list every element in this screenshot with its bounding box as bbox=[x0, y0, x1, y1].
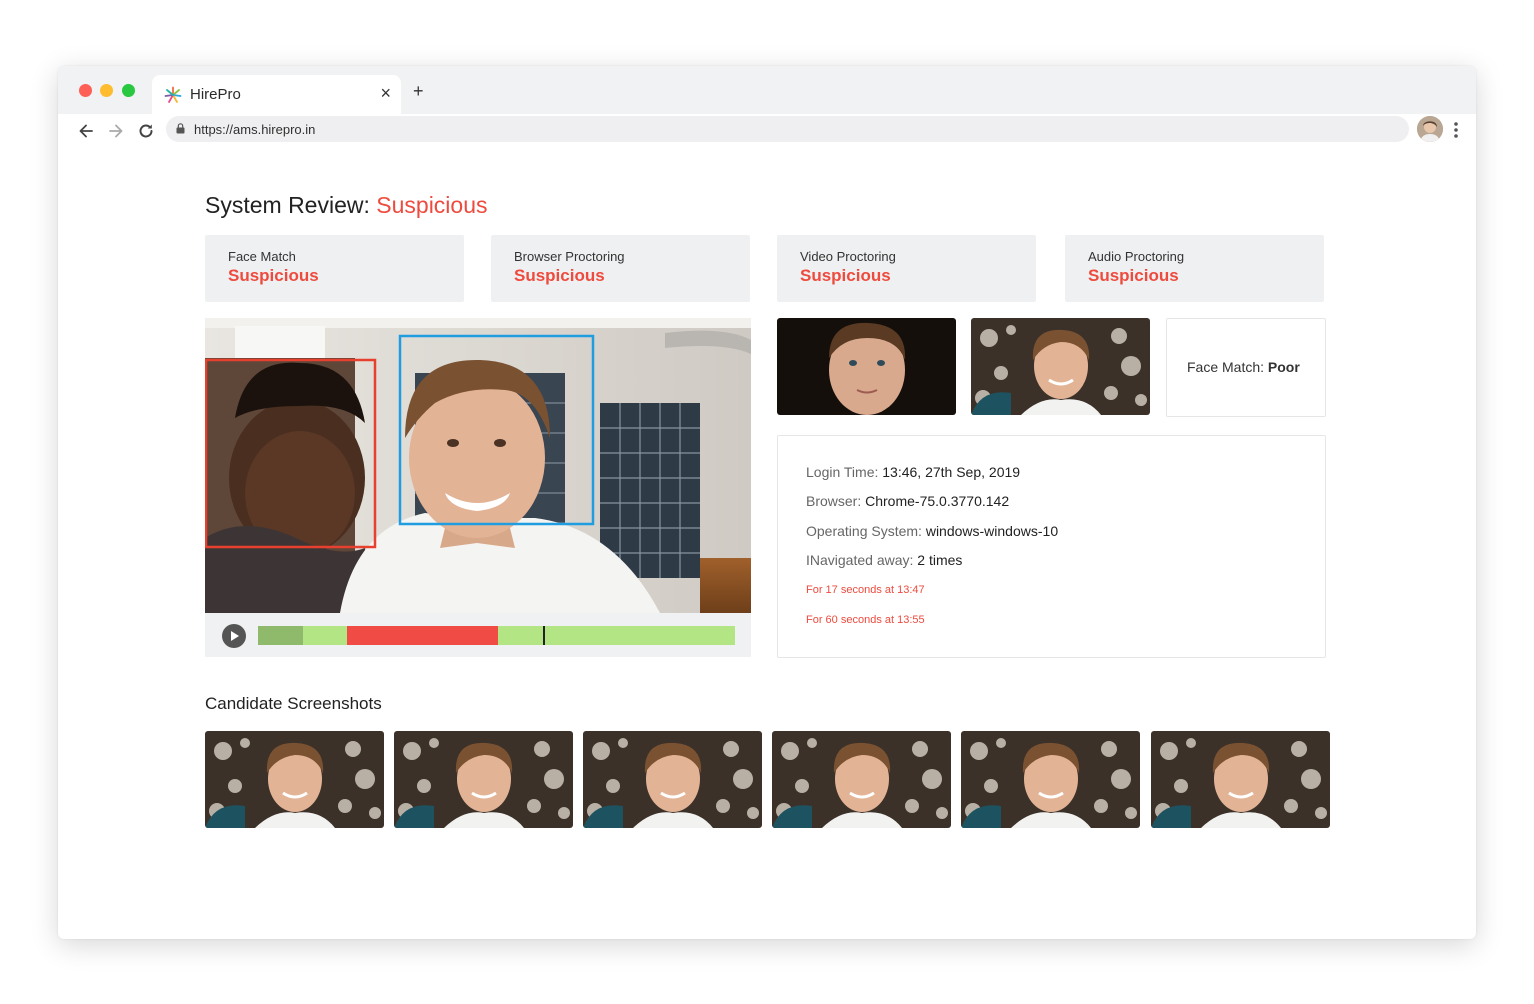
face-match-value: Poor bbox=[1267, 359, 1300, 375]
navigation-event: For 60 seconds at 13:55 bbox=[806, 614, 925, 626]
hirepro-logo-icon bbox=[164, 86, 182, 103]
face-match-text: Face Match: Poor bbox=[1187, 359, 1300, 375]
browser-window: HirePro × + https://ams.hirepro.in Syste… bbox=[58, 66, 1476, 939]
os-row: Operating System: windows-windows-10 bbox=[806, 523, 1058, 539]
back-arrow-icon[interactable] bbox=[76, 121, 96, 141]
candidate-screenshot[interactable] bbox=[583, 731, 762, 828]
navigation-event: For 17 seconds at 13:47 bbox=[806, 584, 925, 596]
browser-tab[interactable]: HirePro × bbox=[152, 75, 401, 114]
candidate-screenshot[interactable] bbox=[772, 731, 951, 828]
card-value: Suspicious bbox=[228, 266, 319, 285]
login-time-row: Login Time: 13:46, 27th Sep, 2019 bbox=[806, 464, 1020, 480]
plus-icon[interactable]: + bbox=[413, 82, 424, 100]
os-value: windows-windows-10 bbox=[925, 523, 1059, 539]
card-label: Browser Proctoring bbox=[514, 249, 625, 264]
user-avatar[interactable] bbox=[1417, 116, 1443, 142]
window-close-button[interactable] bbox=[79, 84, 92, 97]
video-timeline[interactable] bbox=[258, 626, 735, 645]
url-text: https://ams.hirepro.in bbox=[194, 122, 316, 137]
page-title: System Review: Suspicious bbox=[205, 192, 488, 219]
window-minimize-button[interactable] bbox=[100, 84, 113, 97]
face-match-result: Face Match: Poor bbox=[1166, 318, 1326, 417]
card-browser-proctoring: Browser Proctoring Suspicious bbox=[491, 235, 750, 302]
candidate-screenshot[interactable] bbox=[394, 731, 573, 828]
close-icon[interactable]: × bbox=[380, 83, 391, 104]
browser-value: Chrome-75.0.3770.142 bbox=[865, 493, 1010, 509]
video-frame bbox=[205, 318, 751, 613]
browser-label: Browser: bbox=[806, 493, 866, 509]
os-label: Operating System: bbox=[806, 523, 926, 539]
candidate-screenshot[interactable] bbox=[1151, 731, 1330, 828]
video-player bbox=[205, 318, 751, 657]
page-title-label: System Review: bbox=[205, 192, 377, 218]
card-value: Suspicious bbox=[1088, 266, 1179, 285]
window-maximize-button[interactable] bbox=[122, 84, 135, 97]
candidate-screenshot[interactable] bbox=[205, 731, 384, 828]
play-icon[interactable] bbox=[222, 624, 246, 648]
timeline-played-segment bbox=[258, 626, 303, 645]
navigated-away-label: INavigated away: bbox=[806, 552, 918, 568]
reference-photo bbox=[777, 318, 956, 415]
card-video-proctoring: Video Proctoring Suspicious bbox=[777, 235, 1036, 302]
face-match-label: Face Match: bbox=[1187, 359, 1268, 375]
tab-title: HirePro bbox=[190, 86, 241, 103]
card-label: Video Proctoring bbox=[800, 249, 896, 264]
timeline-suspicious-segment bbox=[347, 626, 498, 645]
card-label: Face Match bbox=[228, 249, 296, 264]
timeline-playhead[interactable] bbox=[543, 626, 545, 645]
candidate-screenshot[interactable] bbox=[961, 731, 1140, 828]
card-label: Audio Proctoring bbox=[1088, 249, 1185, 264]
card-value: Suspicious bbox=[800, 266, 891, 285]
navigated-away-value: 2 times bbox=[917, 552, 963, 568]
login-time-value: 13:46, 27th Sep, 2019 bbox=[882, 464, 1021, 480]
more-vert-icon[interactable] bbox=[1452, 121, 1460, 139]
browser-row: Browser: Chrome-75.0.3770.142 bbox=[806, 493, 1009, 509]
navigated-away-row: INavigated away: 2 times bbox=[806, 552, 962, 568]
card-audio-proctoring: Audio Proctoring Suspicious bbox=[1065, 235, 1324, 302]
card-face-match: Face Match Suspicious bbox=[205, 235, 464, 302]
page-title-status: Suspicious bbox=[376, 192, 488, 218]
session-info-panel: Login Time: 13:46, 27th Sep, 2019 Browse… bbox=[777, 435, 1326, 658]
lock-icon bbox=[176, 123, 185, 134]
address-bar[interactable]: https://ams.hirepro.in bbox=[166, 116, 1409, 142]
card-value: Suspicious bbox=[514, 266, 605, 285]
login-time-label: Login Time: bbox=[806, 464, 883, 480]
forward-arrow-icon[interactable] bbox=[106, 121, 126, 141]
live-capture-photo bbox=[971, 318, 1150, 415]
tab-bar: HirePro × + bbox=[58, 66, 1476, 114]
screenshots-section-title: Candidate Screenshots bbox=[205, 694, 382, 713]
reload-icon[interactable] bbox=[136, 121, 156, 141]
